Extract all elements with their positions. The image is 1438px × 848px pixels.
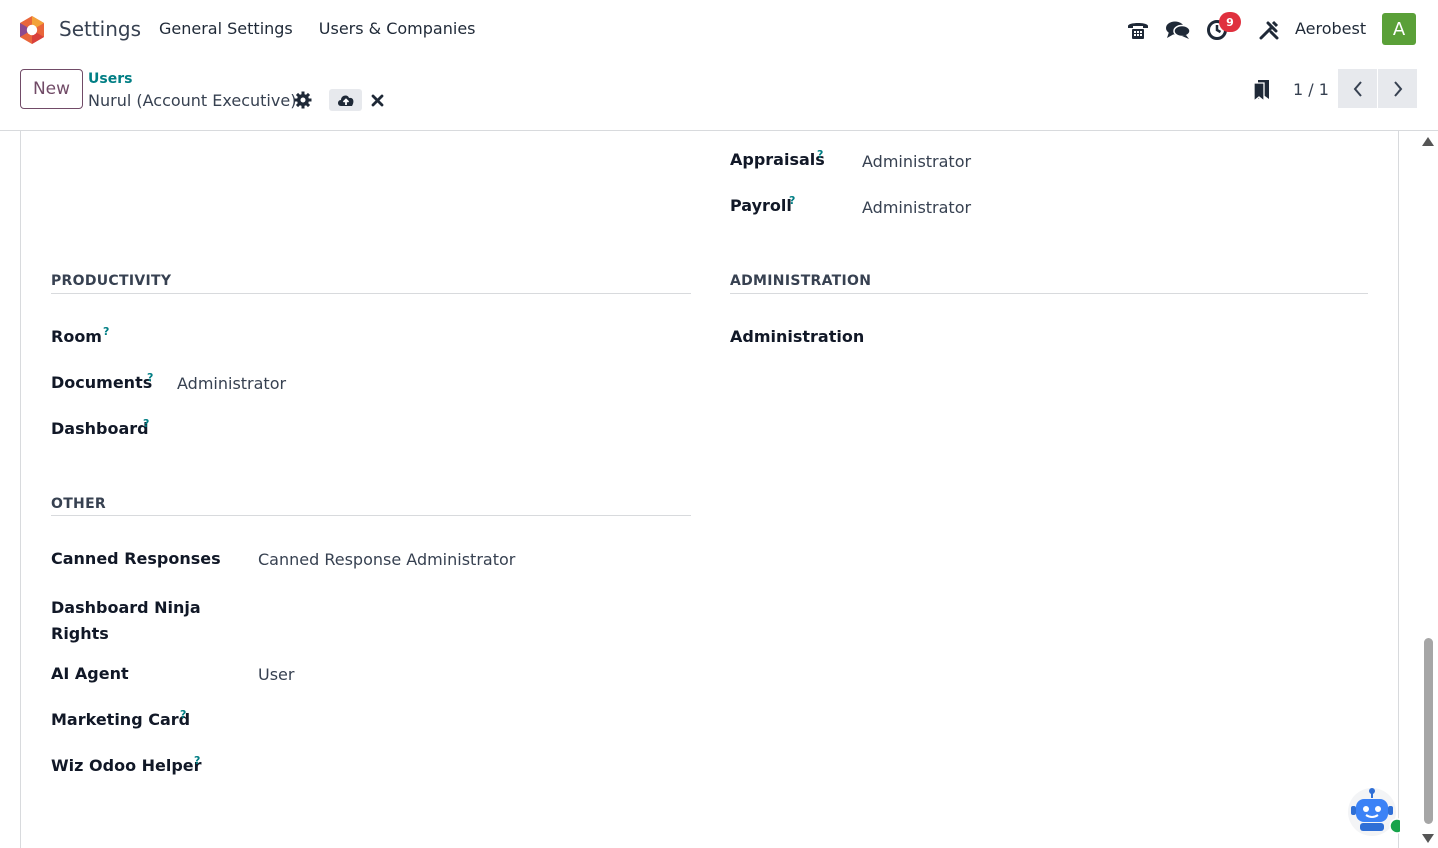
save-button[interactable] xyxy=(329,89,362,111)
bookmark-icon[interactable] xyxy=(1252,78,1272,102)
help-tooltip-wiz-odoo-helper[interactable]: ? xyxy=(194,754,200,767)
field-label-documents: Documents xyxy=(51,373,153,392)
phone-icon[interactable] xyxy=(1125,17,1151,43)
company-switcher[interactable]: Aerobest xyxy=(1295,19,1366,38)
new-button[interactable]: New xyxy=(20,69,83,109)
field-value-documents[interactable]: Administrator xyxy=(177,374,286,393)
control-panel: New Users Nurul (Account Executive) 1 / … xyxy=(0,60,1438,131)
section-separator xyxy=(51,515,691,516)
field-label-administration: Administration xyxy=(730,327,865,346)
field-label-room: Room xyxy=(51,327,102,346)
help-tooltip-marketing-card[interactable]: ? xyxy=(180,708,186,721)
scroll-down-arrow-icon[interactable] xyxy=(1422,834,1434,843)
form-sheet xyxy=(20,131,1399,848)
pager-previous-button[interactable] xyxy=(1338,69,1377,108)
odoo-logo-icon[interactable] xyxy=(18,15,46,45)
breadcrumb-users[interactable]: Users xyxy=(88,71,132,87)
top-navbar: Settings General Settings Users & Compan… xyxy=(0,0,1438,60)
section-separator xyxy=(730,293,1368,294)
gear-icon[interactable] xyxy=(294,91,312,109)
field-value-payroll[interactable]: Administrator xyxy=(862,198,971,217)
pager-next-button[interactable] xyxy=(1378,69,1417,108)
field-label-ai-agent: AI Agent xyxy=(51,664,129,683)
app-title[interactable]: Settings xyxy=(59,17,141,41)
tools-icon[interactable] xyxy=(1256,17,1282,43)
help-tooltip-payroll[interactable]: ? xyxy=(789,194,795,207)
section-separator xyxy=(51,293,691,294)
scroll-up-arrow-icon[interactable] xyxy=(1422,137,1434,146)
menu-users-companies[interactable]: Users & Companies xyxy=(319,19,476,38)
pager-value[interactable]: 1 / 1 xyxy=(1293,80,1329,99)
field-label-canned-responses: Canned Responses xyxy=(51,549,221,568)
section-title-other: OTHER xyxy=(51,496,107,512)
activity-count-badge: 9 xyxy=(1219,12,1241,32)
chat-icon[interactable] xyxy=(1165,17,1191,43)
help-tooltip-room[interactable]: ? xyxy=(103,325,109,338)
section-title-productivity: PRODUCTIVITY xyxy=(51,273,172,289)
field-value-appraisals[interactable]: Administrator xyxy=(862,152,971,171)
user-avatar[interactable]: A xyxy=(1382,13,1416,45)
help-tooltip-appraisals[interactable]: ? xyxy=(817,148,823,161)
discard-icon[interactable] xyxy=(371,94,384,107)
field-label-payroll: Payroll xyxy=(730,196,792,215)
help-tooltip-dashboard[interactable]: ? xyxy=(143,417,149,430)
help-tooltip-documents[interactable]: ? xyxy=(147,371,153,384)
main-menu: General Settings Users & Companies xyxy=(159,19,476,38)
field-label-appraisals: Appraisals xyxy=(730,150,825,169)
field-label-dashboard-ninja-rights: Dashboard Ninja Rights xyxy=(51,598,201,643)
chevron-left-icon xyxy=(1353,80,1362,97)
cloud-upload-icon xyxy=(337,95,353,106)
record-name: Nurul (Account Executive) xyxy=(88,91,297,110)
menu-general-settings[interactable]: General Settings xyxy=(159,19,293,38)
field-value-ai-agent[interactable]: User xyxy=(258,665,294,684)
section-title-administration: ADMINISTRATION xyxy=(730,273,872,289)
chevron-right-icon xyxy=(1393,80,1402,97)
field-value-canned-responses[interactable]: Canned Response Administrator xyxy=(258,550,515,569)
field-label-marketing-card: Marketing Card xyxy=(51,710,191,729)
chatbot-robot-icon[interactable] xyxy=(1346,786,1400,836)
scrollbar-thumb[interactable] xyxy=(1424,638,1433,824)
field-label-wiz-odoo-helper: Wiz Odoo Helper xyxy=(51,756,202,775)
field-label-dashboard: Dashboard xyxy=(51,419,149,438)
